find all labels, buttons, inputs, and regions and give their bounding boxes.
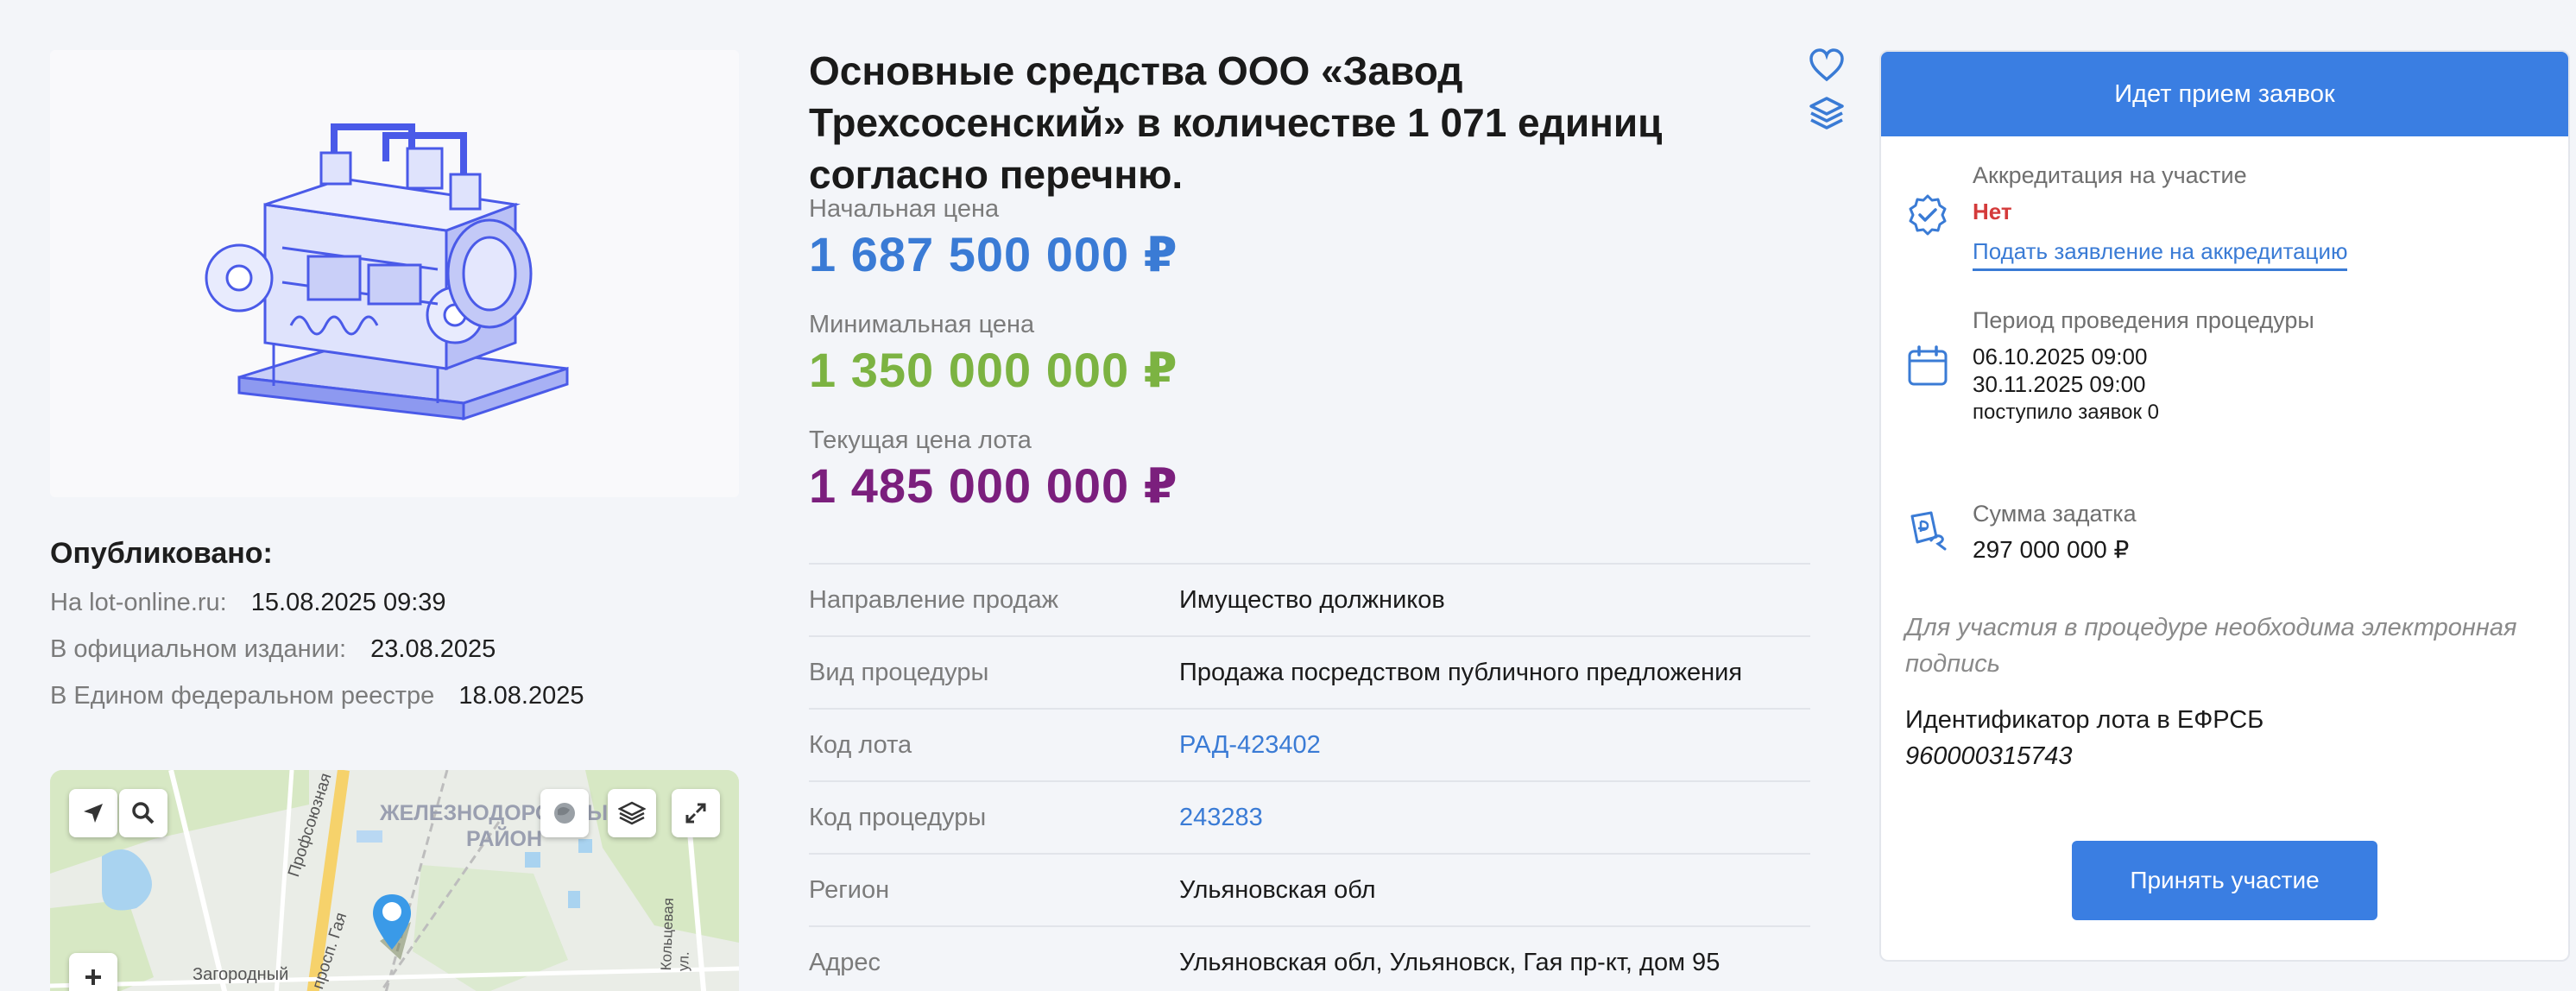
info-key: Адрес bbox=[809, 948, 881, 976]
satellite-button[interactable] bbox=[540, 789, 589, 837]
start-price-value: 1 687 500 000 ₽ bbox=[809, 227, 1178, 281]
location-map[interactable]: ЖЕЛЕЗНОДОРОЖНЫЙ РАЙОН Профсоюзная просп.… bbox=[50, 770, 739, 991]
fullscreen-icon bbox=[685, 803, 706, 824]
fullscreen-button[interactable] bbox=[672, 789, 720, 837]
info-key: Направление продаж bbox=[809, 585, 1058, 614]
deposit-label: Сумма задатка bbox=[1973, 501, 2137, 527]
lot-code-link[interactable]: РАД-423402 bbox=[1179, 731, 1321, 760]
published-row-official: В официальном издании: 23.08.2025 bbox=[50, 635, 496, 664]
info-row-region: Регион Ульяновская обл bbox=[809, 853, 1810, 925]
efrsb-id-value: 960000315743 bbox=[1905, 742, 2073, 770]
participate-button[interactable]: Принять участие bbox=[2072, 841, 2377, 920]
current-price-value: 1 485 000 000 ₽ bbox=[809, 458, 1178, 513]
procedure-code-link[interactable]: 243283 bbox=[1179, 804, 1263, 832]
locate-icon bbox=[84, 804, 103, 823]
lot-image[interactable] bbox=[50, 50, 739, 497]
published-title: Опубликовано: bbox=[50, 537, 273, 570]
calendar-icon bbox=[1908, 345, 1948, 386]
published-value: 18.08.2025 bbox=[458, 682, 584, 710]
published-row-federal: В Едином федеральном реестре 18.08.2025 bbox=[50, 682, 584, 710]
layers-icon[interactable] bbox=[1808, 95, 1846, 133]
efrsb-id-label: Идентификатор лота в ЕФРСБ bbox=[1905, 706, 2264, 734]
info-row-sales-direction: Направление продаж Имущество должников bbox=[809, 563, 1810, 635]
info-row-lot-code: Код лота РАД-423402 bbox=[809, 708, 1810, 780]
favorite-heart-icon[interactable] bbox=[1808, 47, 1846, 85]
info-key: Код лота bbox=[809, 730, 912, 759]
industrial-machine-illustration bbox=[205, 123, 569, 421]
published-label: В официальном издании: bbox=[50, 635, 347, 663]
min-price-label: Минимальная цена bbox=[809, 311, 1035, 338]
start-price-label: Начальная цена bbox=[809, 195, 1000, 223]
apply-accreditation-link[interactable]: Подать заявление на аккредитацию bbox=[1973, 238, 2348, 271]
published-label: В Едином федеральном реестре bbox=[50, 682, 435, 710]
info-value: Продажа посредством публичного предложен… bbox=[1179, 658, 1743, 686]
info-value: Ульяновская обл bbox=[1179, 875, 1376, 904]
procedure-status-banner: Идет прием заявок bbox=[1881, 52, 2568, 136]
verified-badge-icon bbox=[1909, 194, 1947, 236]
accreditation-status: Нет bbox=[1973, 199, 2012, 224]
published-value: 15.08.2025 09:39 bbox=[250, 589, 446, 616]
period-label: Период проведения процедуры bbox=[1973, 307, 2314, 333]
accreditation-label: Аккредитация на участие bbox=[1973, 162, 2247, 188]
applications-count: поступило заявок 0 bbox=[1973, 401, 2159, 424]
info-row-address: Адрес Ульяновская обл, Ульяновск, Гая пр… bbox=[809, 925, 1810, 991]
deposit-value: 297 000 000 ₽ bbox=[1973, 536, 2130, 563]
period-start: 06.10.2025 09:00 bbox=[1973, 344, 2148, 369]
info-value: Имущество должников bbox=[1179, 585, 1445, 614]
info-value: Ульяновская обл, Ульяновск, Гая пр-кт, д… bbox=[1179, 948, 1720, 976]
period-end: 30.11.2025 09:00 bbox=[1973, 371, 2146, 397]
map-area-label: Загородный bbox=[193, 965, 289, 984]
published-row-lot-online: На lot-online.ru: 15.08.2025 09:39 bbox=[50, 589, 446, 617]
info-row-procedure-type: Вид процедуры Продажа посредством публич… bbox=[809, 635, 1810, 708]
info-key: Регион bbox=[809, 875, 890, 904]
info-key: Код процедуры bbox=[809, 803, 987, 831]
zoom-in-icon bbox=[85, 969, 101, 985]
electronic-signature-note: Для участия в процедуре необходима элект… bbox=[1905, 614, 2517, 678]
layers-button[interactable] bbox=[608, 789, 656, 837]
map-pin-icon[interactable] bbox=[371, 891, 423, 963]
min-price-value: 1 350 000 000 ₽ bbox=[809, 343, 1178, 397]
locate-button[interactable] bbox=[69, 789, 117, 837]
current-price-label: Текущая цена лота bbox=[809, 426, 1032, 454]
map-street-label: Кольцевая ул. bbox=[658, 897, 692, 972]
deposit-document-icon bbox=[1910, 511, 1947, 551]
lot-info-table: Направление продаж Имущество должников В… bbox=[809, 563, 1810, 991]
published-value: 23.08.2025 bbox=[370, 635, 496, 663]
procedure-card: Идет прием заявок Аккредитация на участи… bbox=[1879, 50, 2570, 962]
published-label: На lot-online.ru: bbox=[50, 589, 227, 616]
info-key: Вид процедуры bbox=[809, 658, 989, 686]
search-icon bbox=[132, 802, 155, 824]
zoom-in-button[interactable] bbox=[69, 953, 117, 991]
layers-icon bbox=[618, 801, 646, 825]
lot-title: Основные средства ООО «Завод Трехсосенск… bbox=[809, 48, 1663, 197]
info-row-procedure-code: Код процедуры 243283 bbox=[809, 780, 1810, 853]
satellite-icon bbox=[554, 803, 575, 824]
map-district-label: РАЙОН bbox=[466, 827, 543, 851]
map-search-button[interactable] bbox=[119, 789, 167, 837]
